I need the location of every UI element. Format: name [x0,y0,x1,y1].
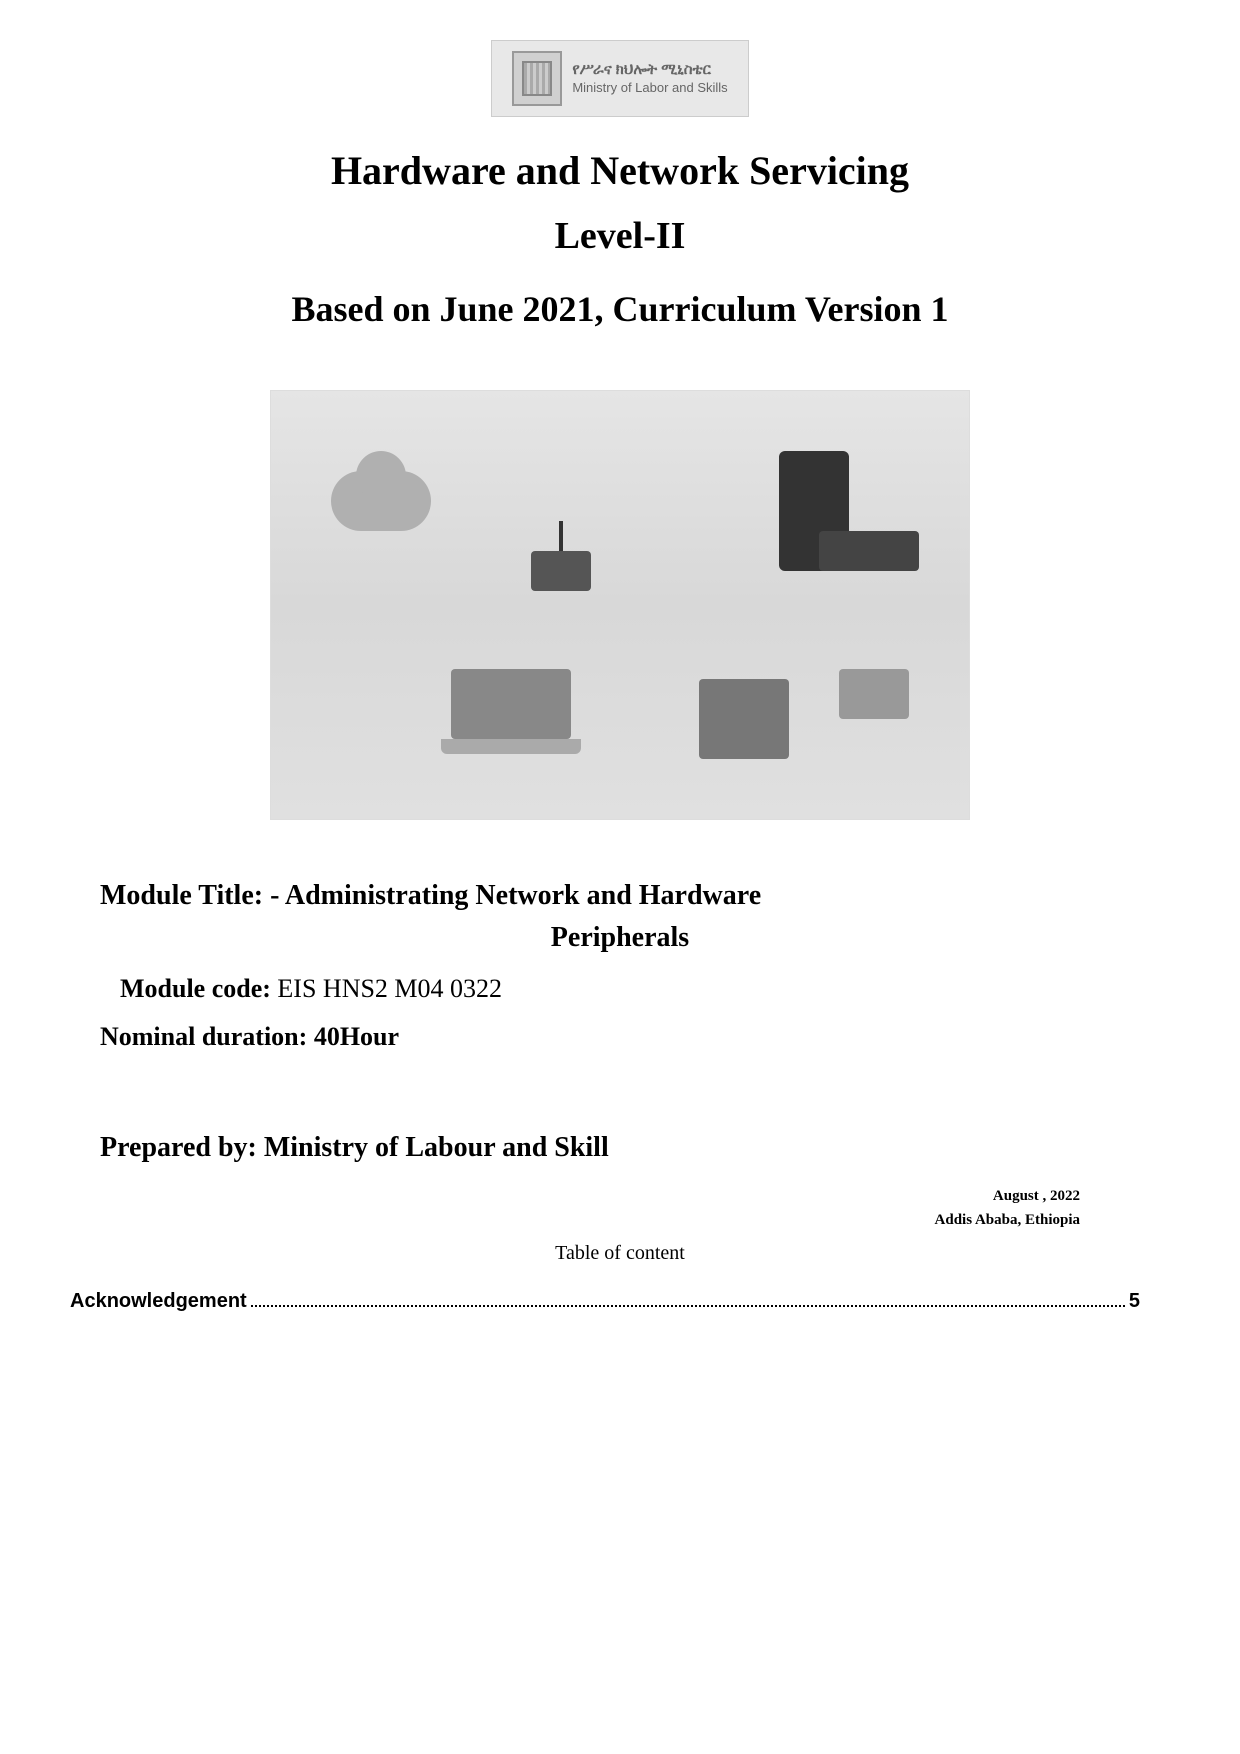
desktop-icon [699,679,789,759]
document-location: Addis Ababa, Ethiopia [100,1208,1080,1232]
module-code-label: Module code: [120,974,277,1003]
toc-dots [251,1305,1125,1307]
emblem-icon [512,51,562,106]
logo-container: የሥራና ክህሎት ሚኒስቴር Ministry of Labor and Sk… [100,40,1140,117]
module-title-line1: Module Title: - Administrating Network a… [100,880,1140,912]
access-point-icon [531,551,591,591]
toc-heading: Table of content [100,1242,1140,1265]
document-date: August , 2022 [100,1184,1080,1208]
document-title-line1: Hardware and Network Servicing [100,147,1140,194]
nominal-duration: Nominal duration: 40Hour [100,1022,1140,1052]
cloud-icon [331,471,431,531]
module-title-text1: Administrating Network and Hardware [285,880,761,911]
modem-icon [819,531,919,571]
document-title-line2: Level-II [100,214,1140,258]
document-title-line3: Based on June 2021, Curriculum Version 1 [100,288,1140,330]
duration-label: Nominal duration: [100,1022,314,1051]
toc-item-page: 5 [1129,1290,1140,1313]
toc-item-label: Acknowledgement [70,1290,247,1313]
document-meta: August , 2022 Addis Ababa, Ethiopia [100,1184,1080,1232]
logo-text-amharic: የሥራና ክህሎት ሚኒስቴር [572,60,727,80]
laptop-icon [451,669,571,739]
module-code-value: EIS HNS2 M04 0322 [277,974,502,1003]
tablet-icon [839,669,909,719]
module-title-line2: Peripherals [100,922,1140,954]
toc-item: Acknowledgement 5 [70,1290,1140,1313]
ministry-logo: የሥራና ክህሎት ሚኒስቴር Ministry of Labor and Sk… [491,40,748,117]
module-code: Module code: EIS HNS2 M04 0322 [120,974,1140,1004]
module-title-prefix: Module Title: - [100,880,285,911]
hero-network-illustration [270,390,970,820]
logo-text: የሥራና ክህሎት ሚኒስቴር Ministry of Labor and Sk… [572,60,727,96]
logo-text-english: Ministry of Labor and Skills [572,80,727,97]
prepared-by: Prepared by: Ministry of Labour and Skil… [100,1132,1140,1164]
duration-value: 40Hour [314,1022,399,1051]
